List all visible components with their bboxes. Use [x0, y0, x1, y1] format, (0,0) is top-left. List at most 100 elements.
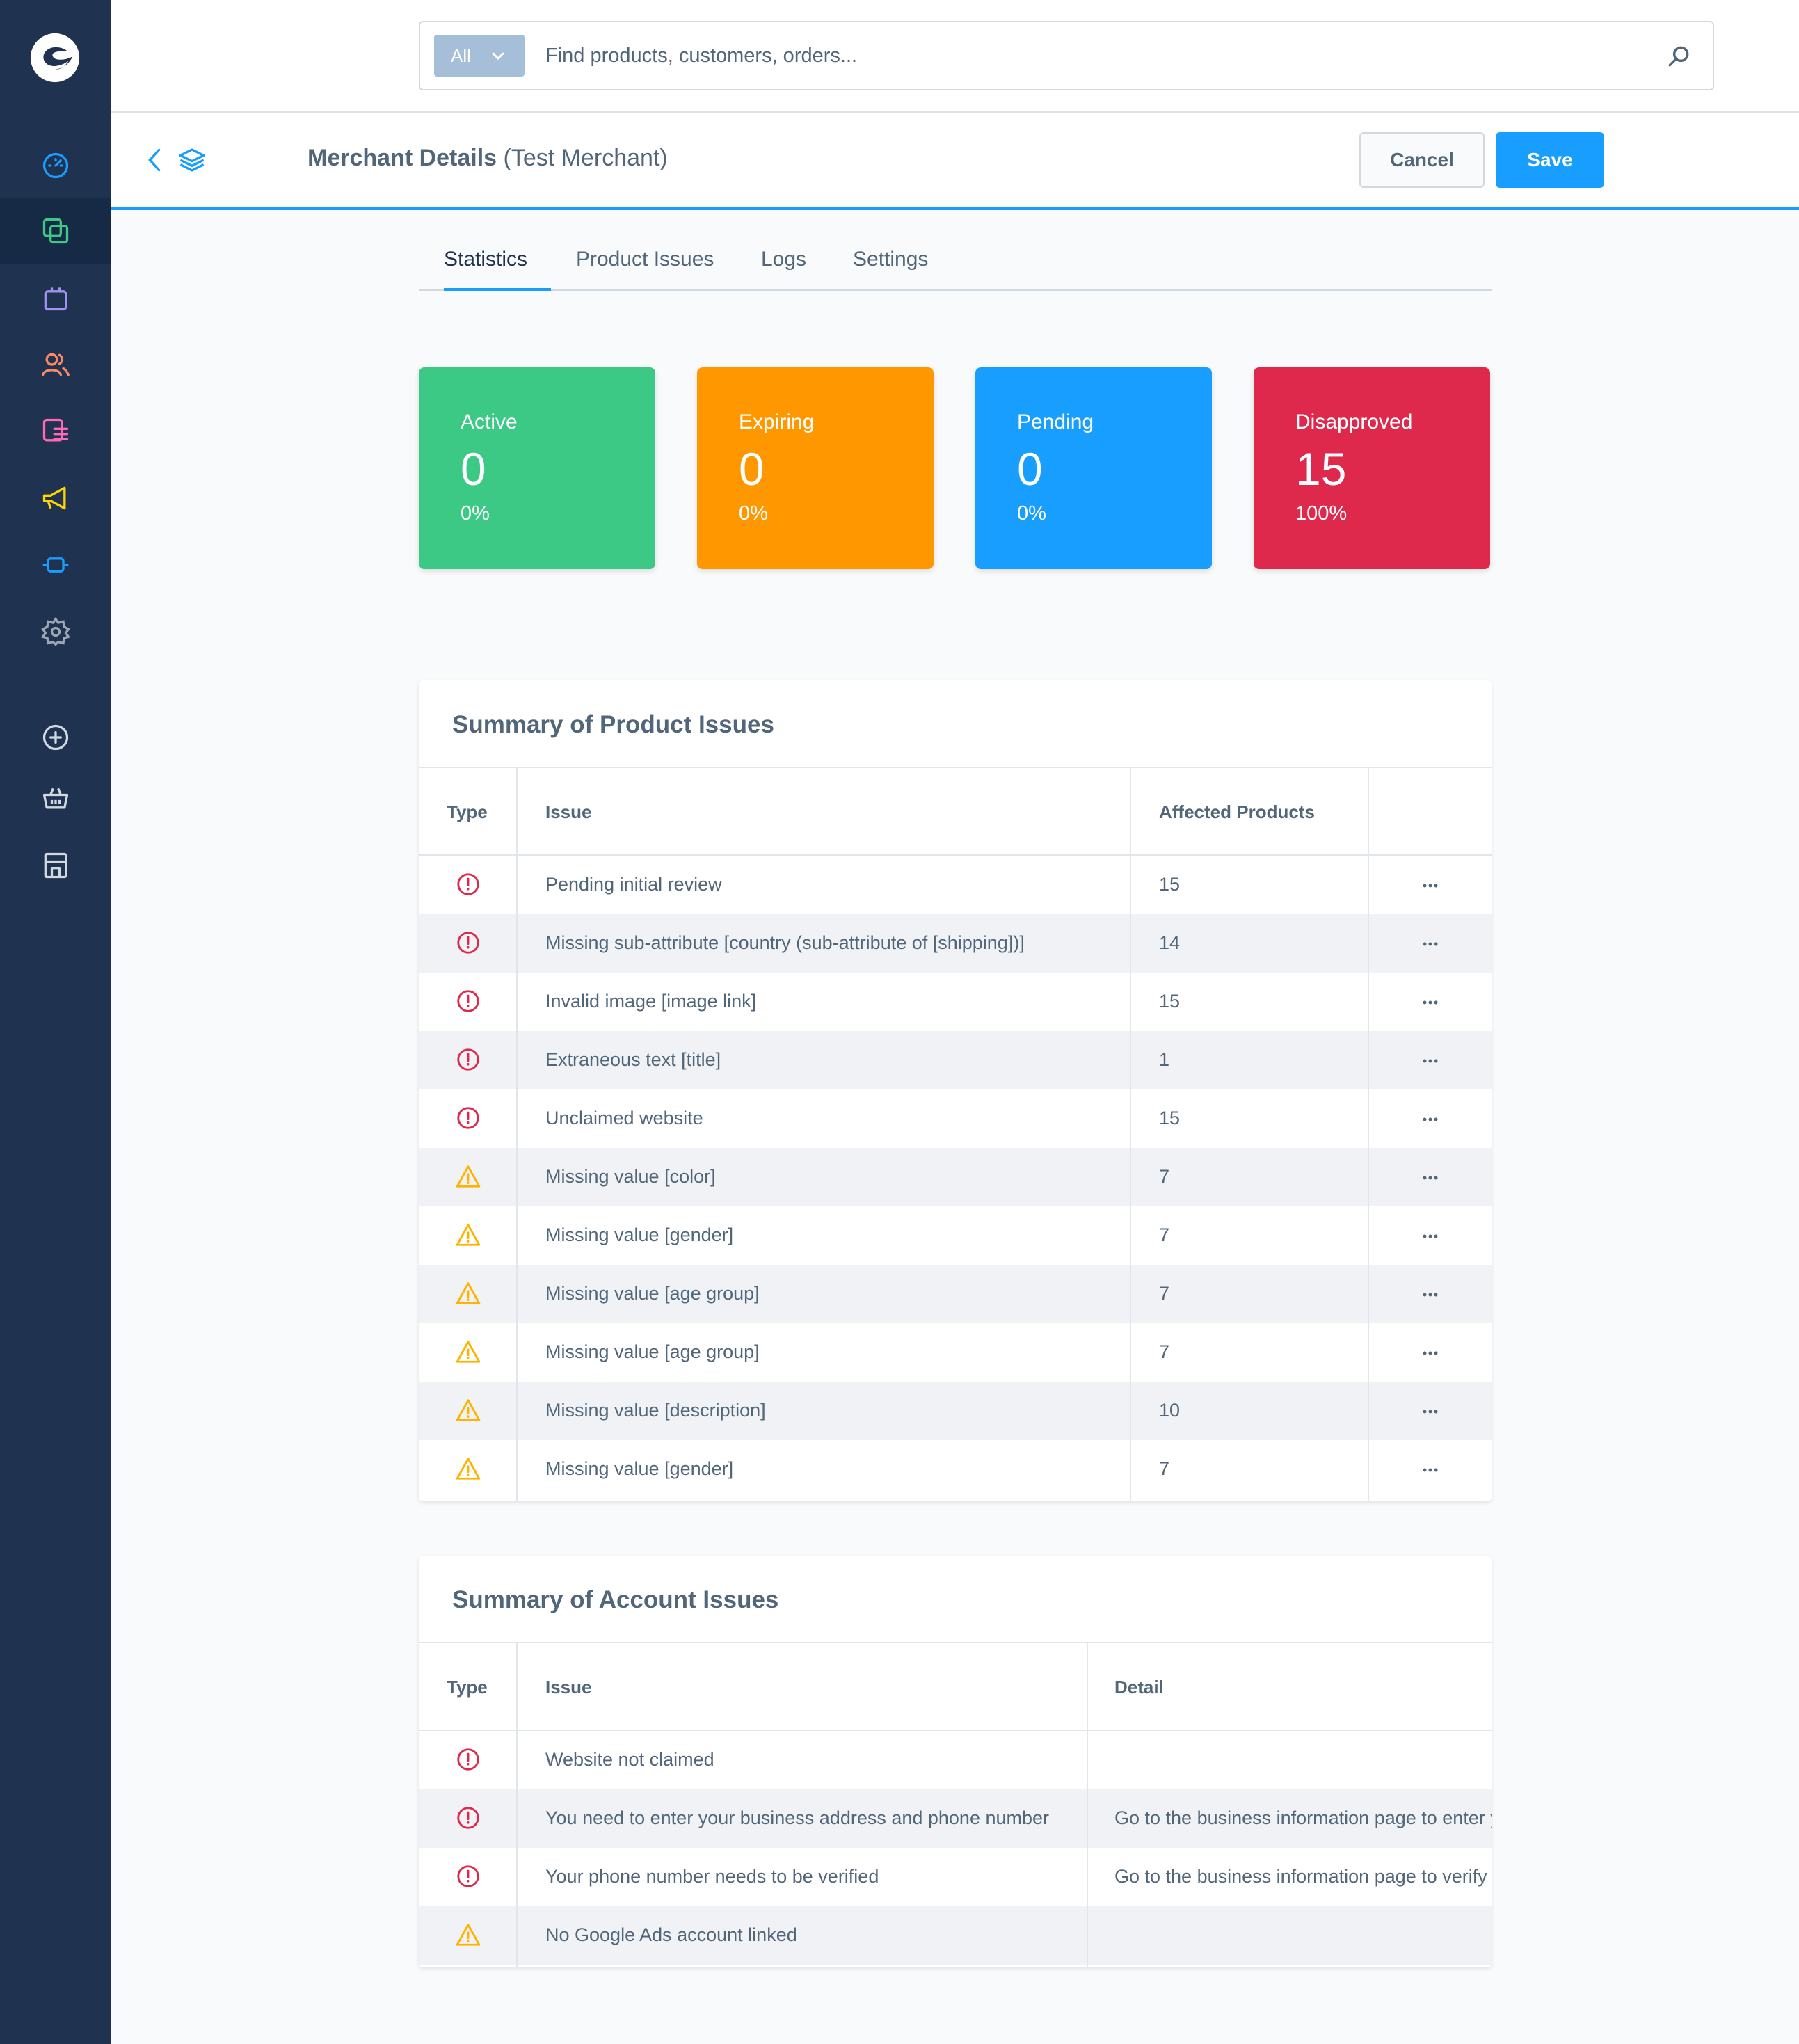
sidebar-item-add[interactable]: [0, 704, 111, 771]
search-type-label: All: [451, 45, 471, 66]
table-row: Website not claimed: [419, 1731, 1492, 1789]
search-icon[interactable]: [1665, 43, 1692, 70]
column-divider: [516, 1642, 518, 1967]
sidebar-item-catalog[interactable]: [0, 198, 111, 264]
layers-icon: [179, 148, 205, 172]
affected-count: 7: [1159, 1341, 1170, 1362]
search-input[interactable]: [545, 22, 1624, 89]
smart-bar: Merchant Details (Test Merchant) Cancel …: [111, 113, 1799, 210]
affected-count: 15: [1159, 991, 1181, 1012]
table-row: Missing value [age group] 7: [419, 1265, 1492, 1323]
column-divider: [1130, 767, 1131, 1501]
issue-text: Missing sub-attribute [country (sub-attr…: [545, 932, 1025, 953]
error-circle-icon: [457, 873, 479, 895]
issue-text: You need to enter your business address …: [545, 1807, 1050, 1828]
more-options-icon[interactable]: [1419, 1051, 1441, 1071]
table-row: You need to enter your business address …: [419, 1789, 1492, 1848]
stat-label: Active: [461, 410, 518, 433]
affected-count: 7: [1159, 1283, 1170, 1304]
warning-triangle-icon: [456, 1458, 481, 1480]
tab-label: Product Issues: [576, 248, 714, 271]
stat-percent: 0%: [461, 502, 490, 525]
table-row: Unclaimed website 15: [419, 1089, 1492, 1148]
table-row: Pending initial review 15: [419, 856, 1492, 914]
shopware-logo-icon[interactable]: [28, 31, 82, 85]
detail-cell: [1087, 1906, 1492, 1965]
error-circle-icon: [457, 1107, 479, 1129]
affected-count: 15: [1159, 1108, 1181, 1128]
warning-triangle-icon: [456, 1924, 481, 1946]
column-divider: [1087, 1642, 1088, 1967]
back-chevron-icon[interactable]: [143, 146, 166, 174]
table-row: Your phone number needs to be verified Go…: [419, 1848, 1492, 1906]
save-button[interactable]: Save: [1496, 132, 1604, 188]
table-row: Missing sub-attribute [country (sub-attr…: [419, 914, 1492, 973]
issue-text: No Google Ads account linked: [545, 1924, 797, 1945]
stat-card-expiring: Expiring 0 0%: [697, 367, 934, 569]
sidebar-item-marketing[interactable]: [0, 465, 111, 532]
sidebar-item-settings[interactable]: [0, 598, 111, 665]
tab-statistics[interactable]: Statistics: [444, 248, 551, 291]
stat-percent: 0%: [1017, 502, 1046, 525]
panel-title: Summary of Product Issues: [452, 711, 774, 738]
dashboard-icon: [42, 152, 69, 179]
tab-label: Settings: [853, 248, 929, 271]
sidebar-item-basket[interactable]: [0, 765, 111, 832]
warning-triangle-icon: [456, 1399, 481, 1421]
tab-settings[interactable]: Settings: [853, 248, 928, 291]
search-type-select[interactable]: All: [434, 35, 525, 77]
table-header: Type Issue Affected Products: [419, 767, 1492, 856]
panel-title: Summary of Account Issues: [452, 1586, 779, 1613]
error-circle-icon: [457, 1807, 479, 1829]
more-options-icon[interactable]: [1419, 1401, 1441, 1422]
cancel-button[interactable]: Cancel: [1359, 132, 1485, 188]
sidebar-item-customers[interactable]: [0, 331, 111, 398]
tab-label: Statistics: [444, 248, 528, 271]
more-options-icon[interactable]: [1419, 1226, 1441, 1247]
stat-label: Pending: [1017, 410, 1094, 433]
tab-logs[interactable]: Logs: [761, 248, 806, 291]
issue-text: Missing value [age group]: [545, 1283, 760, 1304]
more-options-icon[interactable]: [1419, 1109, 1441, 1130]
issue-text: Website not claimed: [545, 1749, 714, 1770]
extensions-icon: [42, 557, 69, 573]
error-circle-icon: [457, 990, 479, 1012]
warning-triangle-icon: [456, 1165, 481, 1188]
column-divider: [1368, 767, 1369, 1501]
settings-icon: [41, 616, 70, 646]
table-row: Missing value [age group] 7: [419, 1323, 1492, 1382]
issue-text: Extraneous text [title]: [545, 1049, 721, 1070]
content-icon: [42, 418, 69, 442]
issue-text: Missing value [color]: [545, 1166, 716, 1187]
column-header-type: Type: [447, 1677, 488, 1698]
stat-percent: 0%: [739, 502, 768, 525]
basket-icon: [42, 788, 69, 809]
page-title-sub: (Test Merchant): [503, 145, 668, 171]
more-options-icon[interactable]: [1419, 875, 1441, 896]
error-circle-icon: [457, 1048, 479, 1071]
tab-product-issues[interactable]: Product Issues: [576, 248, 714, 291]
sidebar-item-dashboard[interactable]: [0, 132, 111, 199]
storefront-icon: [44, 852, 67, 879]
column-header-detail: Detail: [1114, 1677, 1164, 1698]
more-options-icon[interactable]: [1419, 1343, 1441, 1364]
detail-text: Go to the business information page to e…: [1114, 1807, 1492, 1828]
more-options-icon[interactable]: [1419, 1460, 1441, 1480]
sidebar-item-extensions[interactable]: [0, 532, 111, 598]
sidebar-item-content[interactable]: [0, 398, 111, 465]
more-options-icon[interactable]: [1419, 1284, 1441, 1305]
more-options-icon[interactable]: [1419, 992, 1441, 1013]
top-bar: All: [111, 0, 1799, 113]
orders-icon: [44, 287, 67, 311]
more-options-icon[interactable]: [1419, 1167, 1441, 1188]
stat-card-disapproved: Disapproved 15 100%: [1254, 367, 1490, 569]
column-header-issue: Issue: [545, 801, 592, 822]
sidebar-item-orders[interactable]: [0, 264, 111, 331]
page-title: Merchant Details (Test Merchant): [307, 145, 668, 172]
add-icon: [42, 724, 69, 751]
issue-text: Missing value [gender]: [545, 1458, 734, 1479]
warning-triangle-icon: [456, 1341, 481, 1363]
column-header-type: Type: [447, 801, 488, 822]
sidebar-item-storefront[interactable]: [0, 832, 111, 899]
more-options-icon[interactable]: [1419, 934, 1441, 955]
